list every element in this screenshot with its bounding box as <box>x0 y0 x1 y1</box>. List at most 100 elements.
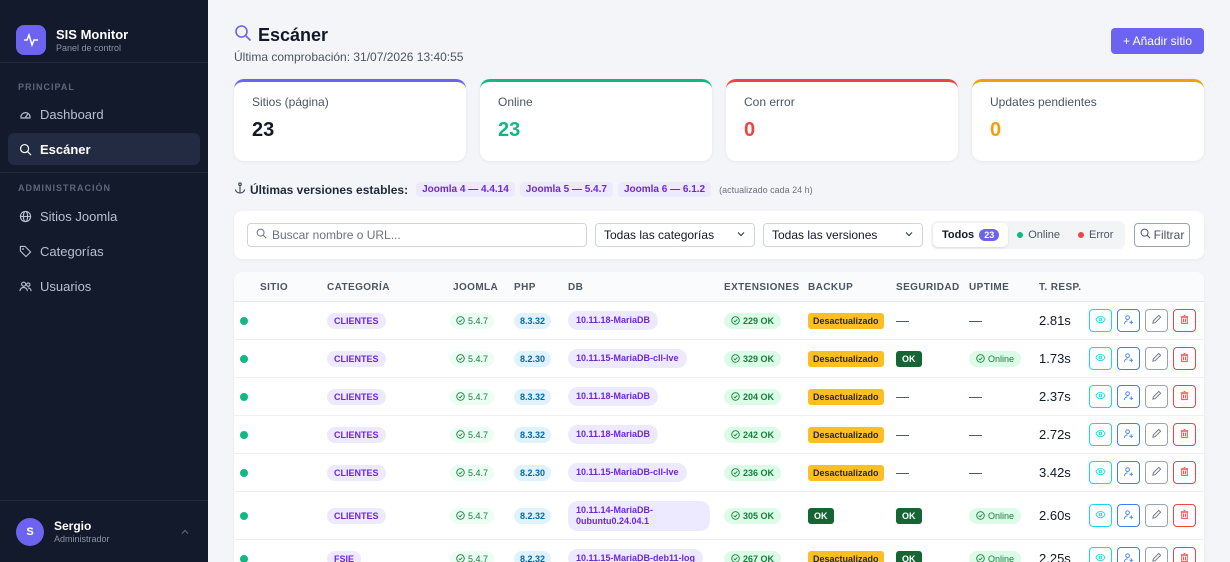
php-version-badge: 8.3.32 <box>514 388 552 405</box>
sidebar-item-sitios-joomla[interactable]: Sitios Joomla <box>8 200 200 232</box>
globe-icon <box>18 209 32 223</box>
eye-icon <box>1095 508 1106 523</box>
anchor-icon <box>234 182 246 197</box>
assign-user-button[interactable] <box>1117 347 1140 370</box>
brand-subtitle: Panel de control <box>56 43 122 53</box>
pencil-icon <box>1151 427 1162 442</box>
column-header: BACKUP <box>808 282 854 293</box>
view-button[interactable] <box>1089 461 1112 484</box>
delete-button[interactable] <box>1173 347 1196 370</box>
assign-user-button[interactable] <box>1117 309 1140 332</box>
view-button[interactable] <box>1089 385 1112 408</box>
trash-icon <box>1179 551 1190 562</box>
user-add-icon <box>1123 351 1134 366</box>
assign-user-button[interactable] <box>1117 461 1140 484</box>
delete-button[interactable] <box>1173 461 1196 484</box>
column-header: JOOMLA <box>453 282 499 293</box>
php-version-badge: 8.3.32 <box>514 312 552 329</box>
category-select[interactable]: Todas las categorías <box>595 223 755 247</box>
segment-online[interactable]: Online <box>1008 223 1069 247</box>
segment-error[interactable]: Error <box>1069 223 1122 247</box>
trash-icon <box>1179 313 1190 328</box>
sidebar-item-dashboard[interactable]: Dashboard <box>8 98 200 130</box>
main-content: Escáner Última comprobación: 31/07/2026 … <box>208 0 1230 562</box>
category-badge: CLIENTES <box>327 388 386 405</box>
pencil-icon <box>1151 465 1162 480</box>
edit-button[interactable] <box>1145 385 1168 408</box>
search-icon <box>1140 228 1151 242</box>
joomla-version-badge: 5.4.7 <box>450 550 495 562</box>
php-version-badge: 8.2.30 <box>514 350 552 367</box>
versions-title: Últimas versiones estables: <box>250 182 409 197</box>
edit-button[interactable] <box>1145 504 1168 527</box>
pencil-icon <box>1151 313 1162 328</box>
delete-button[interactable] <box>1173 504 1196 527</box>
table-row[interactable]: CLIENTES 5.4.7 8.3.32 10.11.18-MariaDB 204 O… <box>234 378 1204 416</box>
search-input[interactable]: Buscar nombre o URL... <box>247 223 587 247</box>
table-row[interactable]: CLIENTES 5.4.7 8.2.30 10.11.15-MariaDB-cll-… <box>234 340 1204 378</box>
security-badge: OK <box>896 550 922 562</box>
assign-user-button[interactable] <box>1117 423 1140 446</box>
edit-button[interactable] <box>1145 309 1168 332</box>
assign-user-button[interactable] <box>1117 547 1140 562</box>
version-select-value: Todas las versiones <box>772 228 878 242</box>
extensions-badge: 229 OK <box>724 312 782 329</box>
joomla-version: 5.4.7 <box>468 353 489 364</box>
view-button[interactable] <box>1089 547 1112 562</box>
delete-button[interactable] <box>1173 423 1196 446</box>
pencil-icon <box>1151 551 1162 562</box>
edit-button[interactable] <box>1145 423 1168 446</box>
eye-icon <box>1095 313 1106 328</box>
delete-button[interactable] <box>1173 385 1196 408</box>
joomla-version-badge: 5.4.7 <box>450 388 495 405</box>
segment-all[interactable]: Todos 23 <box>933 223 1009 247</box>
view-button[interactable] <box>1089 309 1112 332</box>
table-row[interactable]: FSIE 5.4.7 8.2.32 10.11.15-MariaDB-deb11-lo… <box>234 540 1204 562</box>
assign-user-button[interactable] <box>1117 504 1140 527</box>
joomla-version-badge: 5.4.7 <box>450 312 495 329</box>
assign-user-button[interactable] <box>1117 385 1140 408</box>
sidebar-item-usuarios[interactable]: Usuarios <box>8 270 200 302</box>
delete-button[interactable] <box>1173 547 1196 562</box>
sidebar-item-categorias[interactable]: Categorías <box>8 235 200 267</box>
table-row[interactable]: CLIENTES 5.4.7 8.2.30 10.11.15-MariaDB-cll-… <box>234 454 1204 492</box>
stat-card-errors: Con error 0 <box>726 79 958 161</box>
table-row[interactable]: CLIENTES 5.4.7 8.3.32 10.11.18-MariaDB 229 O… <box>234 302 1204 340</box>
db-version-badge: 10.11.18-MariaDB <box>568 425 659 444</box>
view-button[interactable] <box>1089 504 1112 527</box>
uptime-badge: Online <box>969 350 1022 367</box>
user-add-icon <box>1123 389 1134 404</box>
db-version-badge: 10.11.18-MariaDB <box>568 387 659 406</box>
versions-note: (actualizado cada 24 h) <box>719 184 813 195</box>
search-icon <box>256 228 267 242</box>
version-select[interactable]: Todas las versiones <box>763 223 923 247</box>
table-row[interactable]: CLIENTES 5.4.7 8.3.32 10.11.18-MariaDB 242 O… <box>234 416 1204 454</box>
table-row[interactable]: CLIENTES 5.4.7 8.2.32 10.11.14-MariaDB-0ubu… <box>234 492 1204 540</box>
column-header: CATEGORÍA <box>327 282 390 293</box>
edit-button[interactable] <box>1145 547 1168 562</box>
view-button[interactable] <box>1089 347 1112 370</box>
sidebar-item-escaner[interactable]: Escáner <box>8 133 200 165</box>
view-button[interactable] <box>1089 423 1112 446</box>
user-menu[interactable]: S Sergio Administrador <box>0 500 208 562</box>
column-header: UPTIME <box>969 282 1010 293</box>
search-icon <box>18 142 32 156</box>
user-add-icon <box>1123 508 1134 523</box>
user-add-icon <box>1123 427 1134 442</box>
filter-button[interactable]: Filtrar <box>1134 223 1190 247</box>
status-dot <box>240 354 248 363</box>
column-header: SEGURIDAD <box>896 282 960 293</box>
user-add-icon <box>1123 551 1134 562</box>
security-value: — <box>896 313 909 328</box>
table-body: CLIENTES 5.4.7 8.3.32 10.11.18-MariaDB 229 O… <box>234 302 1204 562</box>
add-site-button[interactable]: + Añadir sitio <box>1110 28 1204 54</box>
uptime-value: — <box>969 389 982 404</box>
edit-button[interactable] <box>1145 347 1168 370</box>
stable-versions: Últimas versiones estables: Joomla 4 — 4… <box>234 182 813 197</box>
edit-button[interactable] <box>1145 461 1168 484</box>
joomla-version: 5.4.7 <box>468 429 489 440</box>
version-chip: Joomla 6 — 6.1.2 <box>617 182 712 197</box>
chevron-up-icon[interactable] <box>180 525 190 540</box>
uptime-value: — <box>969 465 982 480</box>
delete-button[interactable] <box>1173 309 1196 332</box>
